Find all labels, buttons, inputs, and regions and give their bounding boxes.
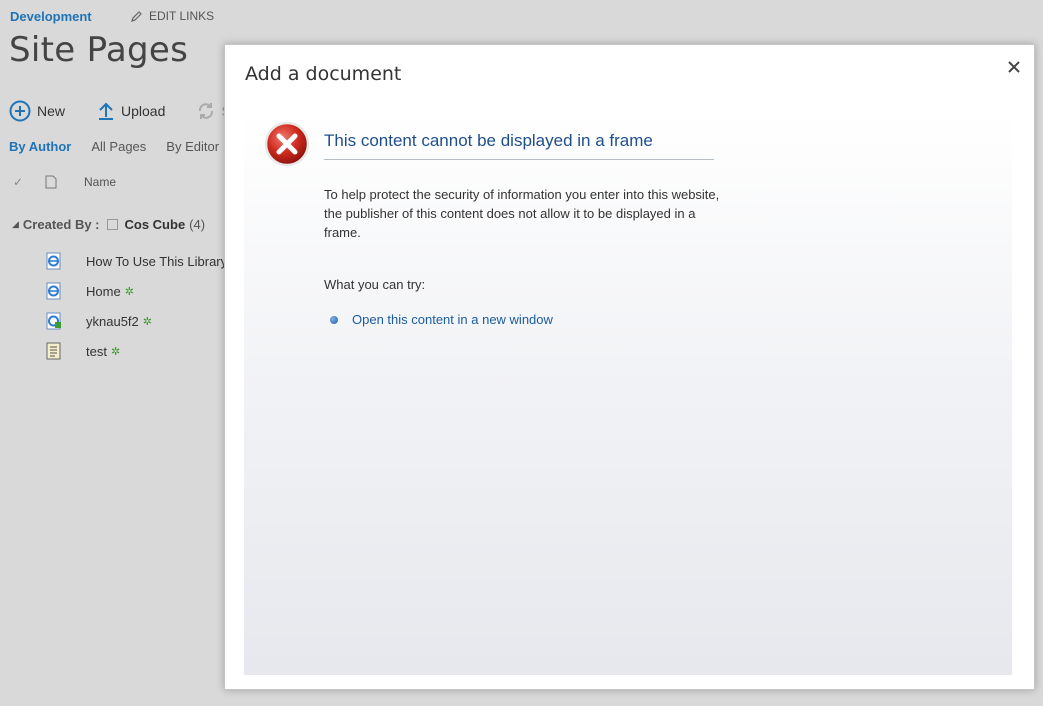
select-all-checkmark-icon[interactable]: ✓ <box>13 175 45 189</box>
list-item[interactable]: test ✲ <box>45 336 227 366</box>
view-by-editor[interactable]: By Editor <box>166 139 219 154</box>
breadcrumb: Development <box>10 9 92 24</box>
view-all-pages[interactable]: All Pages <box>91 139 146 154</box>
new-item-mark-icon: ✲ <box>110 345 121 358</box>
dialog-title: Add a document <box>245 63 402 85</box>
ie-page-icon <box>46 252 61 270</box>
ie-page-icon <box>46 282 61 300</box>
open-in-new-window-link[interactable]: Open this content in a new window <box>352 312 553 327</box>
list-item[interactable]: Home ✲ <box>45 276 227 306</box>
dialog-frame-content: This content cannot be displayed in a fr… <box>244 111 1012 675</box>
upload-label: Upload <box>121 103 166 119</box>
close-icon[interactable] <box>1006 59 1022 75</box>
error-title: This content cannot be displayed in a fr… <box>324 131 714 160</box>
list-item[interactable]: How To Use This Library <box>45 246 227 276</box>
view-selector: By Author All Pages By Editor <box>9 139 239 154</box>
ie-page-icon <box>46 312 61 330</box>
wiki-page-icon <box>46 342 61 360</box>
page-title: Site Pages <box>9 30 189 70</box>
list-item[interactable]: yknau5f2 ✲ <box>45 306 227 336</box>
new-item-mark-icon: ✲ <box>142 315 152 328</box>
pencil-icon <box>131 11 142 22</box>
column-name-header[interactable]: Name <box>84 175 116 189</box>
group-value: Cos Cube <box>124 217 186 232</box>
site-link-development[interactable]: Development <box>10 9 92 24</box>
file-list: How To Use This Library Home ✲ yknau5f2 … <box>45 246 227 366</box>
error-description: To help protect the security of informat… <box>324 187 720 240</box>
new-label: New <box>37 103 66 119</box>
error-x-icon <box>264 121 310 167</box>
bullet-icon <box>330 315 338 324</box>
new-button[interactable]: New <box>9 100 65 122</box>
list-column-header: ✓ Name <box>13 175 116 189</box>
group-count: (4) <box>189 217 206 232</box>
file-name[interactable]: test <box>86 344 107 359</box>
edit-links-button[interactable]: EDIT LINKS <box>131 9 214 23</box>
upload-arrow-icon <box>99 102 114 120</box>
upload-button[interactable]: Upload <box>97 101 165 121</box>
group-checkbox[interactable] <box>106 219 118 230</box>
document-type-icon <box>45 175 57 189</box>
new-item-mark-icon: ✲ <box>124 285 134 298</box>
collapse-triangle-icon[interactable]: ◢ <box>12 219 19 230</box>
view-by-author[interactable]: By Author <box>9 139 71 154</box>
try-label: What you can try: <box>324 277 426 292</box>
group-header-created-by[interactable]: ◢ Created By : Cos Cube (4) <box>12 217 205 232</box>
file-name[interactable]: How To Use This Library <box>86 254 227 269</box>
group-label: Created By : <box>22 217 100 232</box>
add-document-dialog: Add a document This content cannot be di… <box>224 44 1035 690</box>
file-name[interactable]: Home <box>86 284 121 299</box>
sync-icon <box>199 103 214 119</box>
add-circle-icon <box>9 100 31 122</box>
try-list: Open this content in a new window <box>330 312 553 327</box>
edit-links-label: EDIT LINKS <box>149 9 215 23</box>
file-name[interactable]: yknau5f2 <box>86 314 139 329</box>
